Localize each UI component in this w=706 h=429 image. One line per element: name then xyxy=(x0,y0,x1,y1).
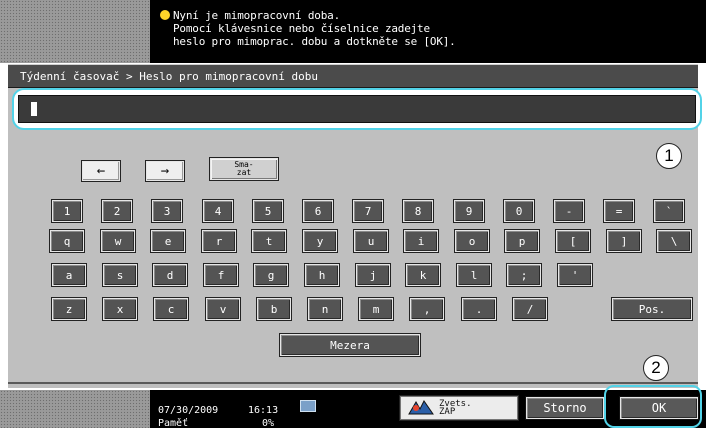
cancel-button[interactable]: Storno xyxy=(525,396,605,420)
key-row4-3[interactable]: v xyxy=(205,297,241,321)
key-row3-8[interactable]: l xyxy=(456,263,492,287)
password-input[interactable] xyxy=(18,95,696,123)
status-time: 16:13 xyxy=(248,405,279,416)
memory-label: Paměť xyxy=(158,418,189,429)
key-row1-10[interactable]: - xyxy=(553,199,585,223)
key-row1-7[interactable]: 8 xyxy=(402,199,434,223)
key-row4-1[interactable]: x xyxy=(102,297,138,321)
key-row3-4[interactable]: g xyxy=(253,263,289,287)
key-row3-7[interactable]: k xyxy=(405,263,441,287)
key-row2-12[interactable]: \ xyxy=(656,229,692,253)
key-row3-9[interactable]: ; xyxy=(506,263,542,287)
key-row3-5[interactable]: h xyxy=(304,263,340,287)
space-button[interactable]: Mezera xyxy=(279,333,421,357)
shift-button[interactable]: Pos. xyxy=(611,297,693,321)
status-date: 07/30/2009 xyxy=(158,405,219,416)
ok-button[interactable]: OK xyxy=(619,396,699,420)
key-row2-11[interactable]: ] xyxy=(606,229,642,253)
key-row2-4[interactable]: t xyxy=(251,229,287,253)
key-row3-2[interactable]: d xyxy=(152,263,188,287)
text-cursor xyxy=(31,102,37,116)
backspace-button[interactable]: Sma- zat xyxy=(209,157,279,181)
key-row1-3[interactable]: 4 xyxy=(202,199,234,223)
cursor-left-button[interactable]: ← xyxy=(81,160,121,182)
status-pattern xyxy=(0,390,150,428)
key-row2-8[interactable]: o xyxy=(454,229,490,253)
key-row4-4[interactable]: b xyxy=(256,297,292,321)
key-row2-0[interactable]: q xyxy=(49,229,85,253)
lightbulb-icon xyxy=(160,10,170,20)
key-row2-6[interactable]: u xyxy=(353,229,389,253)
message-line-3: heslo pro mimoprac. dobu a dotkněte se [… xyxy=(173,35,456,48)
key-row1-8[interactable]: 9 xyxy=(453,199,485,223)
message-line-1: Nyní je mimopracovní doba. xyxy=(173,9,340,22)
key-row1-9[interactable]: 0 xyxy=(503,199,535,223)
key-row2-5[interactable]: y xyxy=(302,229,338,253)
key-row4-7[interactable]: , xyxy=(409,297,445,321)
key-row1-12[interactable]: ` xyxy=(653,199,685,223)
backspace-label-2: zat xyxy=(236,168,252,177)
key-row3-0[interactable]: a xyxy=(51,263,87,287)
key-row1-5[interactable]: 6 xyxy=(302,199,334,223)
key-row1-6[interactable]: 7 xyxy=(352,199,384,223)
key-row4-9[interactable]: / xyxy=(512,297,548,321)
key-row4-5[interactable]: n xyxy=(307,297,343,321)
breadcrumb: Týdenní časovač > Heslo pro mimopracovní… xyxy=(20,70,319,83)
callout-1: 1 xyxy=(656,143,682,169)
separator xyxy=(8,382,698,384)
key-row4-6[interactable]: m xyxy=(358,297,394,321)
key-row4-2[interactable]: c xyxy=(153,297,189,321)
key-row2-10[interactable]: [ xyxy=(555,229,591,253)
memory-value: 0% xyxy=(262,418,275,429)
key-row3-3[interactable]: f xyxy=(203,263,239,287)
key-row1-2[interactable]: 3 xyxy=(151,199,183,223)
key-row2-2[interactable]: e xyxy=(150,229,186,253)
key-row4-8[interactable]: . xyxy=(461,297,497,321)
key-row3-1[interactable]: s xyxy=(102,263,138,287)
key-row3-10[interactable]: ' xyxy=(557,263,593,287)
key-row3-6[interactable]: j xyxy=(355,263,391,287)
key-row4-0[interactable]: z xyxy=(51,297,87,321)
zoom-label-2: ZAP xyxy=(439,407,456,417)
key-row2-9[interactable]: p xyxy=(504,229,540,253)
key-row1-1[interactable]: 2 xyxy=(101,199,133,223)
key-row2-3[interactable]: r xyxy=(201,229,237,253)
cursor-right-button[interactable]: → xyxy=(145,160,185,182)
key-row1-0[interactable]: 1 xyxy=(51,199,83,223)
job-status-icon xyxy=(300,400,316,412)
header-pattern xyxy=(0,0,150,63)
key-row1-11[interactable]: = xyxy=(603,199,635,223)
callout-2: 2 xyxy=(643,355,669,381)
key-row2-7[interactable]: i xyxy=(403,229,439,253)
magnifier-icon xyxy=(408,400,434,415)
key-row2-1[interactable]: w xyxy=(100,229,136,253)
key-row1-4[interactable]: 5 xyxy=(252,199,284,223)
message-line-2: Pomocí klávesnice nebo číselnice zadejte xyxy=(173,22,430,35)
